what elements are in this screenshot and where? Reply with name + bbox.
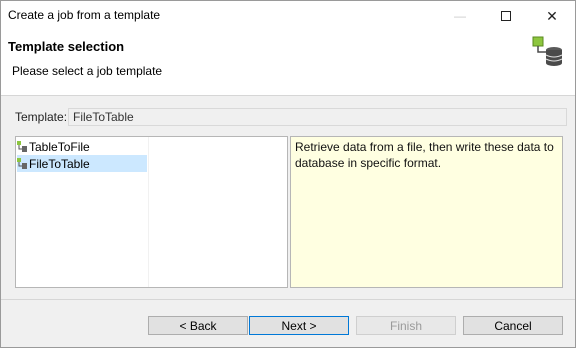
maximize-button[interactable]	[483, 1, 529, 31]
footer-divider	[1, 299, 575, 300]
minimize-icon: —	[454, 9, 466, 23]
tree-item-tabletofile[interactable]: TableToFile	[17, 138, 90, 155]
tree-item-filetotable[interactable]: FileToTable	[17, 155, 147, 172]
page-description: Please select a job template	[12, 64, 163, 78]
page-title: Template selection	[8, 39, 125, 54]
template-tree[interactable]: TableToFile FileToTable	[15, 136, 288, 288]
wizard-banner: Template selection Please select a job t…	[1, 31, 575, 96]
window-title: Create a job from a template	[8, 8, 161, 22]
column-divider	[148, 137, 149, 287]
tree-item-label: FileToTable	[29, 156, 90, 171]
minimize-button[interactable]: —	[437, 1, 483, 31]
next-button[interactable]: Next >	[249, 316, 349, 335]
back-button[interactable]: < Back	[148, 316, 248, 335]
template-description: Retrieve data from a file, then write th…	[295, 140, 554, 170]
close-icon: ✕	[546, 7, 558, 24]
template-label: Template:	[15, 110, 68, 124]
job-icon	[17, 157, 27, 169]
job-template-icon	[532, 36, 563, 66]
close-button[interactable]: ✕	[529, 1, 575, 31]
cancel-button[interactable]: Cancel	[463, 316, 563, 335]
title-bar: Create a job from a template — ✕	[1, 1, 575, 31]
tree-item-label: TableToFile	[29, 139, 90, 154]
template-row: Template: FileToTable	[15, 108, 567, 126]
template-field: FileToTable	[68, 108, 567, 126]
template-description-panel: Retrieve data from a file, then write th…	[290, 136, 563, 288]
maximize-icon	[501, 11, 511, 21]
finish-button[interactable]: Finish	[356, 316, 456, 335]
dialog-window: Create a job from a template — ✕ Templat…	[0, 0, 576, 348]
job-icon	[17, 140, 27, 152]
